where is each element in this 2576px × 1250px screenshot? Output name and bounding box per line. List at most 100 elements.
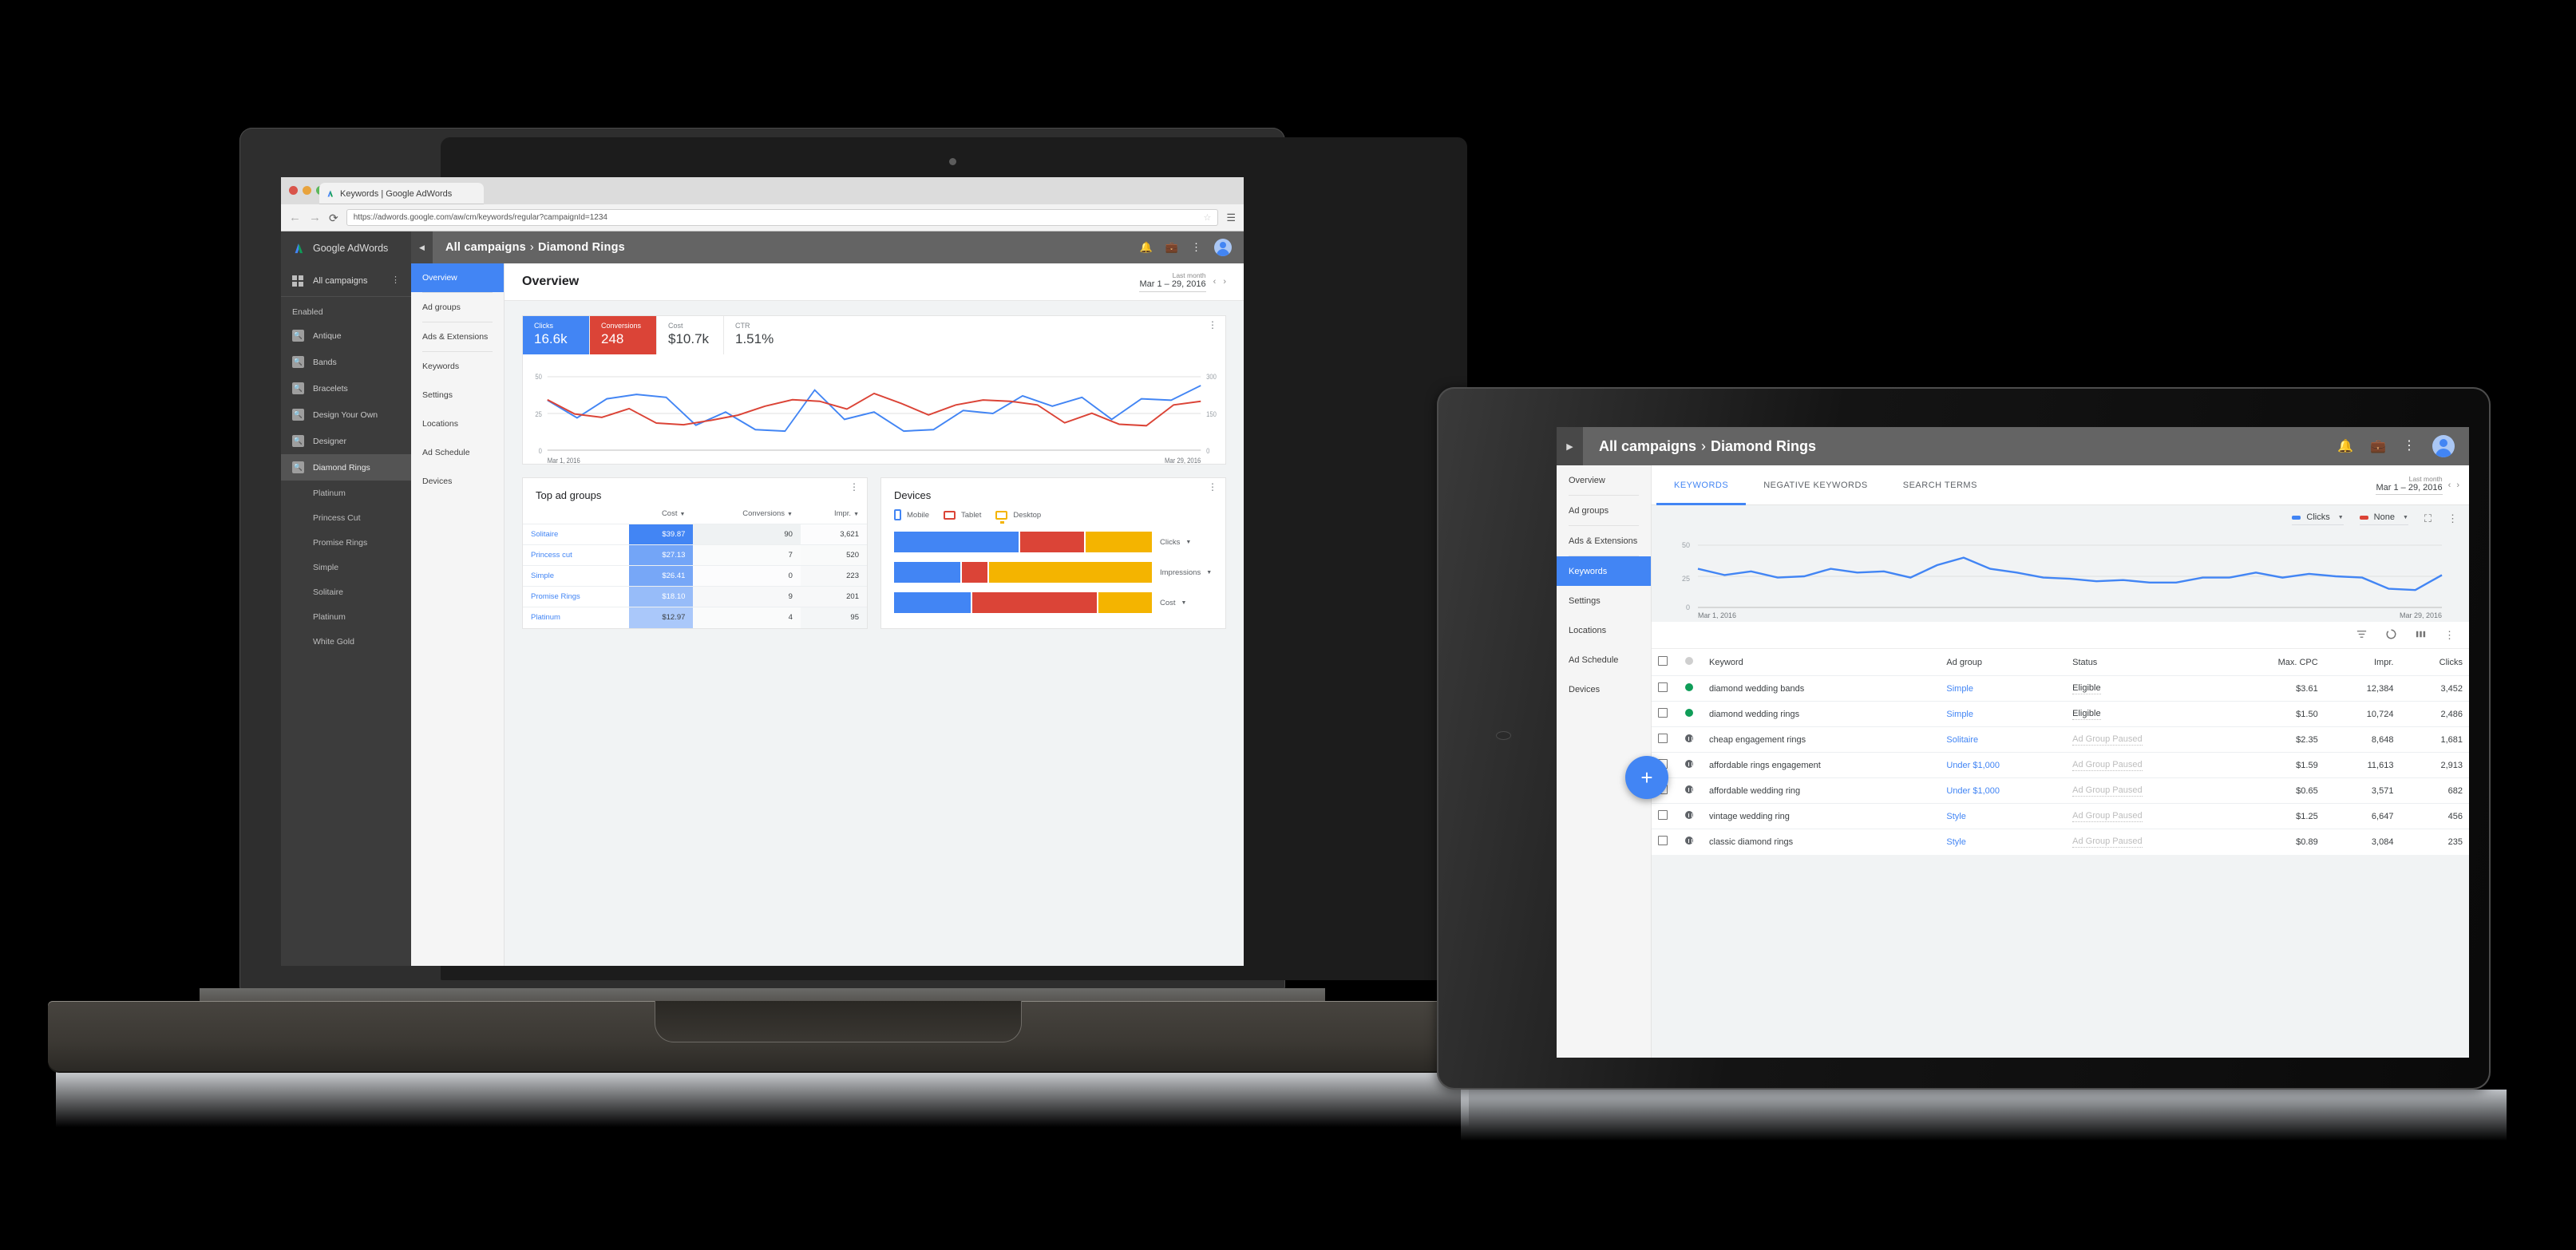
chevron-right-icon[interactable]: ›	[1223, 277, 1226, 287]
tools-briefcase-icon[interactable]: 💼	[2370, 438, 2386, 454]
device-metric-selector[interactable]: Clicks ▼	[1160, 538, 1213, 547]
column-header[interactable]: Clicks	[2400, 649, 2469, 676]
forward-arrow-icon[interactable]: →	[309, 212, 321, 223]
filter-icon[interactable]	[2356, 628, 2368, 643]
sidebar-item-all-campaigns[interactable]: All campaigns ⋮	[281, 265, 411, 297]
nav-item-overview[interactable]: Overview	[411, 263, 504, 292]
column-header[interactable]: Impr. ▼	[801, 506, 867, 524]
scorecard-conversions[interactable]: Conversions 248	[590, 316, 657, 354]
ad-group-item[interactable]: White Gold	[281, 629, 411, 654]
chevron-down-icon[interactable]: ▼	[1179, 600, 1187, 606]
row-checkbox[interactable]	[1658, 836, 1668, 846]
reload-icon[interactable]: ⟳	[329, 212, 338, 223]
nav-item-ads-extensions[interactable]: Ads & Extensions	[411, 322, 504, 351]
campaign-item[interactable]: 🔍 Diamond Rings	[281, 454, 411, 481]
notifications-bell-icon[interactable]: 🔔	[2337, 438, 2353, 454]
tab-search-terms[interactable]: SEARCH TERMS	[1886, 465, 1995, 505]
date-range-value[interactable]: Mar 1 – 29, 2016	[1139, 279, 1206, 293]
nav-item-settings[interactable]: Settings	[411, 381, 504, 409]
table-row[interactable]: Solitaire $39.87 90 3,621	[523, 524, 867, 545]
collapse-left-icon[interactable]: ◀	[411, 231, 433, 263]
ad-group-item[interactable]: Platinum	[281, 604, 411, 629]
browser-tab[interactable]: Keywords | Google AdWords	[319, 183, 484, 204]
column-header[interactable]	[1652, 649, 1679, 676]
ad-group-item[interactable]: Princess Cut	[281, 505, 411, 530]
row-checkbox-cell[interactable]	[1652, 701, 1679, 727]
segment-donut-icon[interactable]	[2385, 628, 2397, 643]
tab-keywords[interactable]: KEYWORDS	[1656, 465, 1746, 505]
ad-group-link[interactable]: Simple	[1940, 675, 2067, 702]
row-checkbox[interactable]	[1658, 734, 1668, 743]
nav-item-ads-extensions[interactable]: Ads & Extensions	[1557, 526, 1651, 556]
column-header[interactable]: Max. CPC	[2224, 649, 2325, 676]
nav-item-keywords[interactable]: Keywords	[411, 352, 504, 381]
more-vert-icon[interactable]: ⋮	[2444, 630, 2455, 640]
tools-briefcase-icon[interactable]: 💼	[1165, 241, 1178, 254]
more-vert-icon[interactable]: ⋮	[2403, 440, 2416, 452]
campaign-item[interactable]: 🔍 Bracelets	[281, 375, 411, 402]
more-vert-icon[interactable]: ⋮	[849, 482, 859, 492]
tab-negative-keywords[interactable]: NEGATIVE KEYWORDS	[1746, 465, 1886, 505]
chevron-down-icon[interactable]: ▼	[785, 512, 793, 517]
more-vert-icon[interactable]: ⋮	[1208, 482, 1217, 492]
chevron-left-icon[interactable]: ‹	[2448, 481, 2451, 490]
row-checkbox-cell[interactable]	[1652, 803, 1679, 829]
row-checkbox-cell[interactable]	[1652, 726, 1679, 753]
scorecard-cost[interactable]: Cost $10.7k	[657, 316, 724, 354]
ad-group-link[interactable]: Style	[1940, 829, 2067, 855]
more-vert-icon[interactable]: ⋮	[2447, 513, 2458, 524]
table-row[interactable]: classic diamond rings Style Ad Group Pause…	[1652, 829, 2469, 855]
notifications-bell-icon[interactable]: 🔔	[1140, 241, 1153, 254]
nav-item-ad-schedule[interactable]: Ad Schedule	[1557, 645, 1651, 674]
expand-right-icon[interactable]: ▶	[1557, 427, 1583, 465]
breadcrumb-root[interactable]: All campaigns	[445, 241, 526, 254]
ad-group-link[interactable]: Promise Rings	[523, 586, 629, 607]
nav-item-ad-groups[interactable]: Ad groups	[1557, 496, 1651, 525]
nav-item-keywords[interactable]: Keywords	[1557, 556, 1651, 586]
scorecard-ctr[interactable]: CTR 1.51%	[724, 316, 791, 354]
breadcrumb-root[interactable]: All campaigns	[1599, 438, 1696, 454]
user-avatar[interactable]	[1214, 239, 1232, 256]
campaign-item[interactable]: 🔍 Design Your Own	[281, 402, 411, 428]
device-metric-selector[interactable]: Cost ▼	[1160, 599, 1213, 607]
ad-group-link[interactable]: Solitaire	[1940, 726, 2067, 753]
date-range-picker[interactable]: Last month Mar 1 – 29, 2016 ‹ ›	[1139, 271, 1226, 293]
campaign-item[interactable]: 🔍 Antique	[281, 322, 411, 349]
ad-group-link[interactable]: Princess cut	[523, 544, 629, 566]
table-row[interactable]: Simple $26.41 0 223	[523, 565, 867, 587]
ad-group-item[interactable]: Promise Rings	[281, 530, 411, 555]
hamburger-menu-icon[interactable]: ☰	[1226, 212, 1236, 224]
table-row[interactable]: Platinum $12.97 4 95	[523, 607, 867, 628]
table-row[interactable]: Princess cut $27.13 7 520	[523, 544, 867, 566]
chevron-down-icon[interactable]: ▼	[851, 512, 859, 517]
back-arrow-icon[interactable]: ←	[289, 212, 301, 223]
address-bar[interactable]: https://adwords.google.com/aw/cm/keyword…	[346, 209, 1219, 226]
ad-group-link[interactable]: Simple	[523, 565, 629, 587]
table-row[interactable]: diamond wedding rings Simple Eligible $1.50…	[1652, 701, 2469, 727]
column-header[interactable]: Impr.	[2325, 649, 2400, 676]
minimize-window-button[interactable]	[303, 186, 311, 195]
ad-group-item[interactable]: Simple	[281, 555, 411, 580]
table-row[interactable]: Promise Rings $18.10 9 201	[523, 586, 867, 607]
ad-group-link[interactable]: Platinum	[523, 607, 629, 628]
user-avatar[interactable]	[2432, 435, 2455, 457]
date-range-picker[interactable]: Last month Mar 1 – 29, 2016 ‹ ›	[2376, 475, 2469, 496]
campaign-item[interactable]: 🔍 Designer	[281, 428, 411, 454]
row-checkbox-cell[interactable]	[1652, 829, 1679, 855]
ad-group-link[interactable]: Style	[1940, 803, 2067, 829]
bookmark-star-icon[interactable]: ☆	[1203, 212, 1211, 223]
more-vert-icon[interactable]: ⋮	[1208, 320, 1217, 330]
chevron-down-icon[interactable]: ▼	[2400, 515, 2408, 520]
row-checkbox[interactable]	[1658, 810, 1668, 820]
close-window-button[interactable]	[289, 186, 298, 195]
ad-group-item[interactable]: Solitaire	[281, 580, 411, 604]
table-row[interactable]: diamond wedding bands Simple Eligible $3.61…	[1652, 675, 2469, 702]
column-header[interactable]: Status	[2066, 649, 2223, 676]
metric-selector-primary[interactable]: Clicks ▼	[2292, 512, 2344, 525]
ad-group-link[interactable]: Under $1,000	[1940, 752, 2067, 778]
ad-group-link[interactable]: Under $1,000	[1940, 777, 2067, 804]
row-checkbox[interactable]	[1658, 682, 1668, 692]
table-row[interactable]: cheap engagement rings Solitaire Ad Group …	[1652, 726, 2469, 753]
nav-item-overview[interactable]: Overview	[1557, 465, 1651, 495]
nav-item-ad-schedule[interactable]: Ad Schedule	[411, 438, 504, 467]
